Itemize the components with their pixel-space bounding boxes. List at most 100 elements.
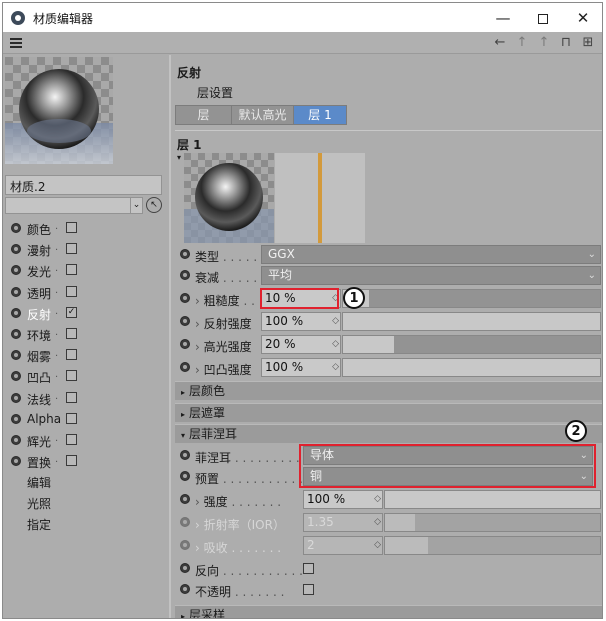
lock-icon[interactable]: ⊓ bbox=[558, 34, 574, 52]
bump-strength-field[interactable]: 100 % ◇ bbox=[261, 358, 341, 377]
section-layer-fresnel[interactable]: ▾ 层菲涅耳 bbox=[175, 424, 602, 443]
channel-row[interactable]: 透明. bbox=[3, 282, 169, 303]
bump-strength-slider[interactable] bbox=[342, 358, 601, 377]
pick-arrow-icon[interactable]: ↖ bbox=[146, 197, 162, 213]
anim-radio[interactable] bbox=[11, 244, 21, 254]
anim-radio[interactable] bbox=[11, 350, 21, 360]
spinner-icon[interactable]: ◇ bbox=[374, 514, 381, 531]
channel-checkbox[interactable]: ✓ bbox=[66, 307, 77, 318]
channel-label[interactable]: 辉光 bbox=[27, 433, 51, 450]
anim-radio[interactable] bbox=[180, 362, 190, 372]
new-window-icon[interactable]: ⊞ bbox=[580, 34, 596, 52]
anim-radio[interactable] bbox=[180, 494, 190, 504]
anim-radio[interactable] bbox=[11, 371, 21, 381]
channel-checkbox[interactable] bbox=[66, 392, 77, 403]
channel-checkbox[interactable] bbox=[66, 222, 77, 233]
material-name-field[interactable]: 材质.2 bbox=[5, 175, 162, 195]
roughness-slider[interactable] bbox=[342, 289, 601, 308]
channel-checkbox[interactable] bbox=[66, 264, 77, 275]
anim-radio[interactable] bbox=[180, 471, 190, 481]
anim-radio[interactable] bbox=[11, 456, 21, 466]
spinner-icon[interactable]: ◇ bbox=[332, 359, 339, 376]
tab-layer[interactable]: 层 bbox=[176, 106, 232, 124]
channel-label[interactable]: 反射 bbox=[27, 306, 51, 323]
back-arrow-icon[interactable]: ← bbox=[492, 34, 508, 52]
anim-radio[interactable] bbox=[11, 414, 21, 424]
anim-radio[interactable] bbox=[180, 270, 190, 280]
material-combo[interactable]: ⌄ bbox=[5, 197, 143, 214]
channel-label[interactable]: 烟雾 bbox=[27, 348, 51, 365]
channel-checkbox[interactable] bbox=[66, 243, 77, 254]
anim-radio[interactable] bbox=[11, 265, 21, 275]
absorption-field[interactable]: 2 ◇ bbox=[303, 536, 383, 555]
channel-label[interactable]: 环境 bbox=[27, 327, 51, 344]
channel-label[interactable]: 漫射 bbox=[27, 242, 51, 259]
reflect-strength-slider[interactable] bbox=[342, 312, 601, 331]
channel-checkbox[interactable] bbox=[66, 328, 77, 339]
anim-radio[interactable] bbox=[180, 339, 190, 349]
specular-strength-field[interactable]: 20 % ◇ bbox=[261, 335, 341, 354]
up-arrow-icon-2[interactable]: ↑ bbox=[536, 34, 552, 52]
channel-label[interactable]: 置换 bbox=[27, 454, 51, 471]
minimize-button[interactable]: — bbox=[483, 7, 523, 29]
channel-label[interactable]: 颜色 bbox=[27, 221, 51, 238]
channel-row[interactable]: 环境. bbox=[3, 324, 169, 345]
channel-checkbox[interactable] bbox=[66, 455, 77, 466]
extra-item[interactable]: 编辑 bbox=[27, 474, 51, 491]
tab-layer-1[interactable]: 层 1 bbox=[294, 106, 346, 124]
anim-radio[interactable] bbox=[11, 223, 21, 233]
channel-row[interactable]: 法线. bbox=[3, 388, 169, 409]
channel-checkbox[interactable] bbox=[66, 413, 77, 424]
close-button[interactable]: ✕ bbox=[563, 7, 602, 29]
anim-radio[interactable] bbox=[180, 540, 190, 550]
section-layer-sampling[interactable]: ▸ 层采样 bbox=[175, 605, 602, 618]
up-arrow-icon[interactable]: ↑ bbox=[514, 34, 530, 52]
reflect-strength-field[interactable]: 100 % ◇ bbox=[261, 312, 341, 331]
channel-label[interactable]: 法线 bbox=[27, 391, 51, 408]
material-preview[interactable] bbox=[5, 57, 113, 164]
channel-label[interactable]: Alpha bbox=[27, 412, 61, 426]
channel-checkbox[interactable] bbox=[66, 349, 77, 360]
ior-slider[interactable] bbox=[384, 513, 601, 532]
section-layer-mask[interactable]: ▸ 层遮罩 bbox=[175, 403, 602, 422]
extra-item[interactable]: 指定 bbox=[27, 516, 51, 533]
anim-radio[interactable] bbox=[11, 393, 21, 403]
spinner-icon[interactable]: ◇ bbox=[332, 336, 339, 353]
ior-field[interactable]: 1.35 ◇ bbox=[303, 513, 383, 532]
anim-radio[interactable] bbox=[180, 450, 190, 460]
anim-radio[interactable] bbox=[180, 293, 190, 303]
channel-row[interactable]: 辉光. bbox=[3, 430, 169, 451]
maximize-button[interactable] bbox=[523, 7, 563, 29]
absorption-slider[interactable] bbox=[384, 536, 601, 555]
spinner-icon[interactable]: ◇ bbox=[332, 313, 339, 330]
channel-checkbox[interactable] bbox=[66, 434, 77, 445]
tab-default-specular[interactable]: 默认高光 bbox=[232, 106, 294, 124]
channel-checkbox[interactable] bbox=[66, 370, 77, 381]
anim-radio[interactable] bbox=[11, 435, 21, 445]
channel-row[interactable]: 置换. bbox=[3, 451, 169, 472]
spinner-icon[interactable]: ◇ bbox=[374, 491, 381, 508]
channel-row[interactable]: Alpha bbox=[3, 409, 169, 430]
anim-radio[interactable] bbox=[180, 563, 190, 573]
section-layer-color[interactable]: ▸ 层颜色 bbox=[175, 381, 602, 400]
channel-row[interactable]: 凹凸. bbox=[3, 366, 169, 387]
anim-radio[interactable] bbox=[11, 329, 21, 339]
fresnel-strength-slider[interactable] bbox=[384, 490, 601, 509]
extra-item[interactable]: 光照 bbox=[27, 495, 51, 512]
fresnel-strength-field[interactable]: 100 % ◇ bbox=[303, 490, 383, 509]
anim-radio[interactable] bbox=[11, 308, 21, 318]
channel-row[interactable]: 反射. ✓ bbox=[3, 303, 169, 324]
invert-checkbox[interactable] bbox=[303, 563, 314, 574]
spinner-icon[interactable]: ◇ bbox=[374, 537, 381, 554]
channel-checkbox[interactable] bbox=[66, 286, 77, 297]
anim-radio[interactable] bbox=[180, 249, 190, 259]
type-select[interactable]: GGX ⌄ bbox=[261, 245, 601, 264]
anim-radio[interactable] bbox=[180, 584, 190, 594]
channel-row[interactable]: 颜色. bbox=[3, 218, 169, 239]
channel-label[interactable]: 凹凸 bbox=[27, 369, 51, 386]
channel-row[interactable]: 发光. bbox=[3, 260, 169, 281]
layer-preview[interactable] bbox=[184, 153, 274, 243]
anim-radio[interactable] bbox=[180, 316, 190, 326]
falloff-select[interactable]: 平均 ⌄ bbox=[261, 266, 601, 285]
specular-strength-slider[interactable] bbox=[342, 335, 601, 354]
